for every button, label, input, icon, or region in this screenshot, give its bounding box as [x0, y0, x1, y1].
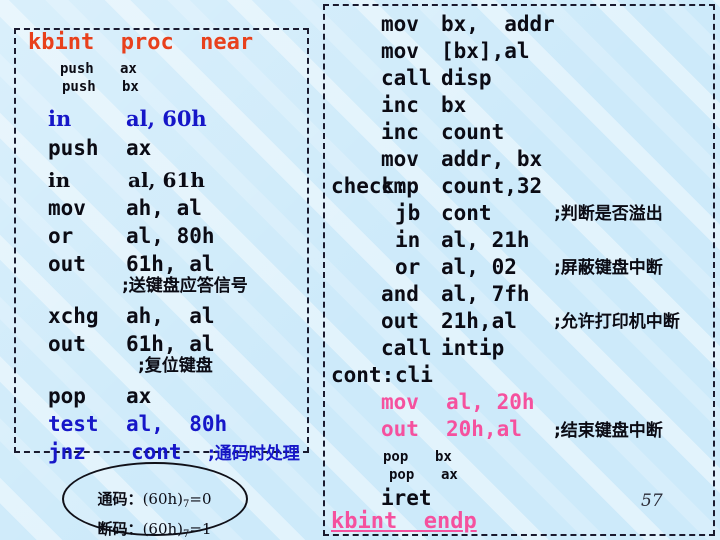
code-line-operands: al, 80h	[126, 412, 228, 436]
code-line-operands: al, 80h	[126, 224, 215, 248]
code-line-operands: 61h, al	[126, 252, 215, 276]
code-line-operands: disp	[441, 66, 492, 90]
code-line-operands: 61h, al	[126, 332, 215, 356]
code-line-operands: al, 7fh	[441, 282, 530, 306]
code-line-operands: ax	[126, 384, 152, 408]
code-line-operands: bx, addr	[441, 12, 555, 36]
code-line-mnemonic: in	[395, 228, 421, 252]
code-line-mnemonic: out	[48, 332, 86, 356]
code-line-mnemonic: inc	[381, 120, 419, 144]
code-line-mnemonic: in	[48, 168, 71, 192]
code-line-mnemonic: and	[381, 282, 419, 306]
code-line-operands: ax	[441, 467, 458, 483]
code-line-operands: al, 61h	[128, 168, 205, 192]
code-line-mnemonic: push	[48, 136, 99, 160]
code-line-mnemonic: pop	[389, 467, 415, 483]
code-line-operands: 21h,al	[441, 309, 517, 333]
right-panel-footer: kbint endp	[331, 509, 477, 534]
code-line-comment: ;结束键盘中断	[554, 421, 663, 441]
left-panel-header: kbint proc near	[28, 30, 254, 55]
code-line-comment: ;判断是否溢出	[554, 204, 663, 224]
code-line-operands: ah, al	[126, 304, 215, 328]
code-line-mnemonic: mov	[381, 39, 419, 63]
code-line-mnemonic: inc	[381, 93, 419, 117]
code-line-label: cont:	[331, 363, 395, 387]
callout-value: (60h)	[142, 520, 184, 538]
code-line-comment: ;通码时处理	[208, 444, 300, 464]
code-line-mnemonic: call	[381, 66, 432, 90]
code-line-operands: ax	[120, 61, 137, 77]
code-line-mnemonic: mov	[48, 196, 86, 220]
code-line-mnemonic: push	[60, 61, 94, 77]
code-line-operands: cont	[131, 440, 182, 464]
page-number: 57	[641, 491, 663, 511]
code-line-operands: al, 21h	[441, 228, 530, 252]
code-line-mnemonic: xchg	[48, 304, 99, 328]
code-line-mnemonic: pop	[48, 384, 86, 408]
code-line-operands: intip	[441, 336, 505, 360]
code-line-comment: ;屏蔽键盘中断	[554, 258, 663, 278]
code-line-mnemonic: in	[48, 106, 72, 131]
code-line-operands: cont	[441, 201, 492, 225]
code-line-operands: addr, bx	[441, 147, 543, 171]
code-line-operands: ax	[126, 136, 152, 160]
code-line-operands: count	[441, 120, 505, 144]
code-line-mnemonic: mov	[381, 12, 419, 36]
code-line-mnemonic: cmp	[381, 174, 419, 198]
code-line-operands: al, 02	[441, 255, 517, 279]
code-line-mnemonic: mov	[381, 147, 419, 171]
callout-label-duanma: 断码：	[97, 520, 143, 538]
callout-tail: =1	[189, 520, 212, 538]
callout-row-2: 断码：(60h)7=1	[88, 500, 212, 540]
code-line-operands: bx	[435, 449, 452, 465]
code-line-comment: ;送键盘应答信号	[122, 276, 248, 296]
code-line-mnemonic: or	[48, 224, 74, 248]
code-line-operands: 20h,al	[446, 417, 522, 441]
code-line-mnemonic: test	[48, 412, 99, 436]
code-line-operands: ah, al	[126, 196, 202, 220]
code-line-mnemonic: out	[381, 417, 419, 441]
code-line-operands: bx	[441, 93, 467, 117]
code-line-mnemonic: out	[48, 252, 86, 276]
code-line-mnemonic: iret	[381, 486, 432, 510]
code-line-mnemonic: out	[381, 309, 419, 333]
code-line-mnemonic: cli	[395, 363, 433, 387]
code-line-comment: ;允许打印机中断	[554, 312, 680, 332]
code-line-operands: al, 20h	[446, 390, 535, 414]
right-code-panel: mov bx, addr mov [bx],al call disp inc b…	[323, 4, 715, 536]
code-line-mnemonic: or	[395, 255, 421, 279]
code-line-mnemonic: call	[381, 336, 432, 360]
code-line-operands: al, 60h	[126, 106, 207, 131]
code-line-mnemonic: pop	[383, 449, 409, 465]
code-line-mnemonic: jb	[395, 201, 421, 225]
code-line-mnemonic: mov	[381, 390, 419, 414]
code-line-mnemonic: jnz	[48, 440, 86, 464]
code-line-operands: [bx],al	[441, 39, 530, 63]
code-line-mnemonic: push	[62, 79, 96, 95]
left-code-panel: kbint proc near push ax push bx in al, 6…	[14, 28, 309, 463]
code-line-comment: ;复位键盘	[138, 356, 213, 376]
code-line-operands: count,32	[441, 174, 543, 198]
code-line-operands: bx	[122, 79, 139, 95]
